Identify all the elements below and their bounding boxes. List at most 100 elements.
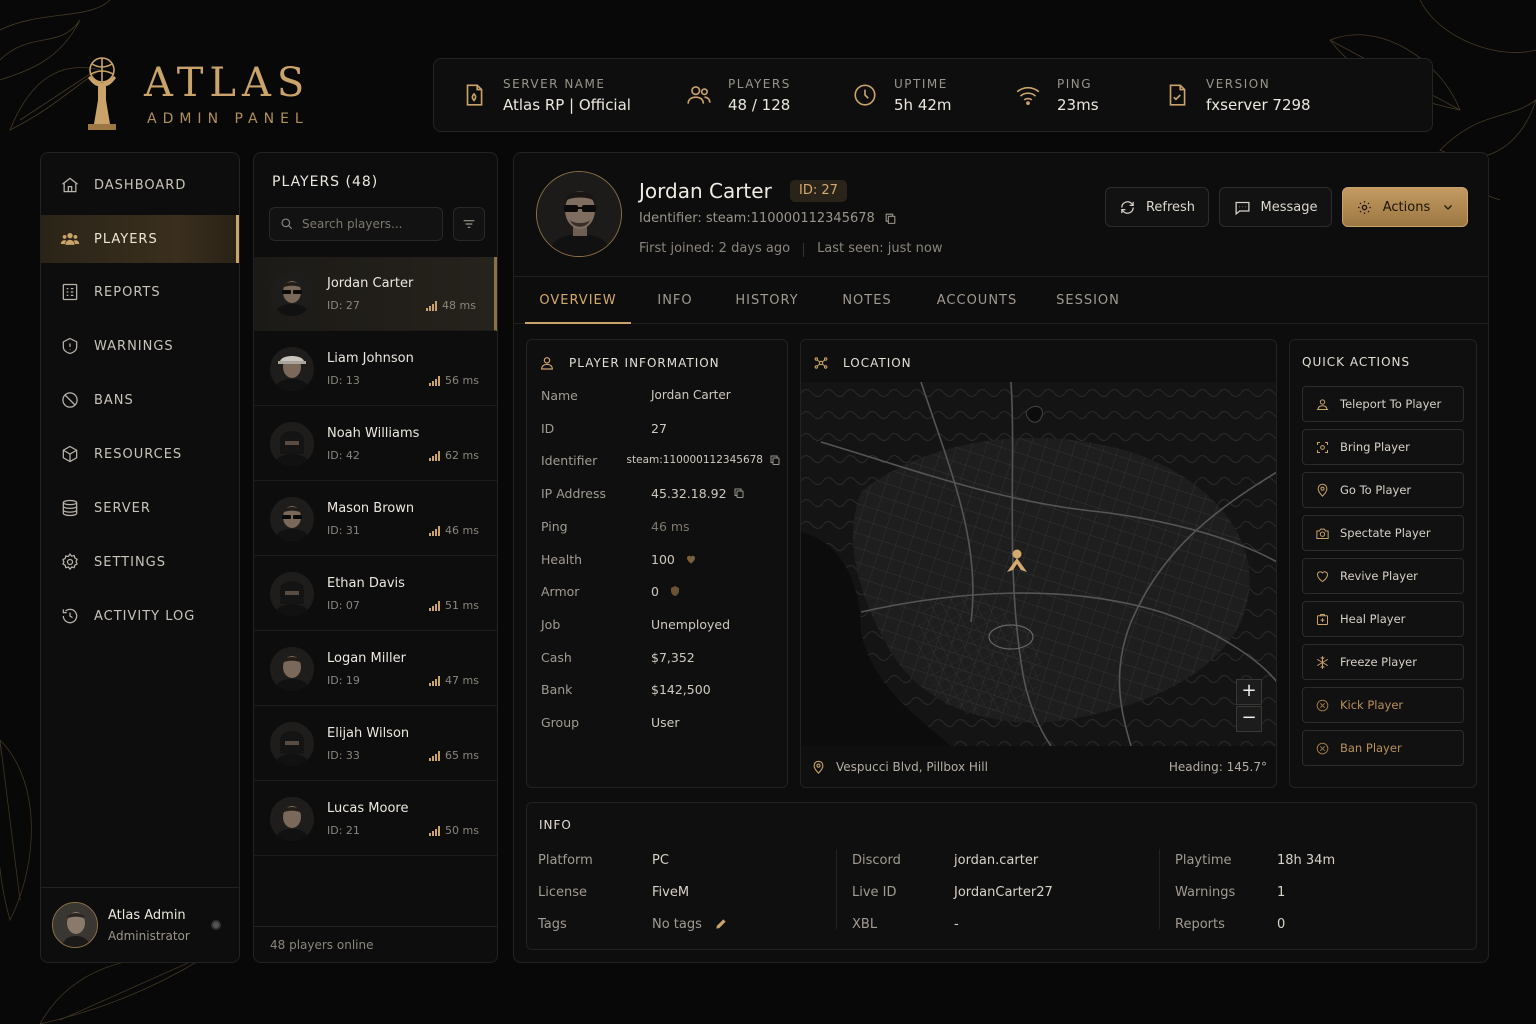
sidebar-item-reports[interactable]: REPORTS [41, 268, 239, 316]
signal-bars-icon [426, 300, 438, 311]
brand-subtitle: ADMIN PANEL [147, 111, 309, 127]
signal-bars-icon [429, 600, 441, 611]
sidebar-item-warnings[interactable]: WARNINGS [41, 322, 239, 370]
player-id: ID: 33 [327, 748, 360, 762]
info-discord: Discord jordan.carter [852, 852, 1039, 868]
spectate-player-button[interactable]: Spectate Player [1302, 515, 1464, 551]
cube-icon [62, 445, 78, 463]
location-map[interactable]: + − [801, 382, 1276, 746]
location-cluster-icon [814, 357, 828, 369]
info-row-group: Group User [541, 714, 680, 730]
kick-player-button[interactable]: Kick Player [1302, 687, 1464, 723]
sidebar-item-bans[interactable]: BANS [41, 376, 239, 424]
stat-version: VERSION fxserver 7298 [1164, 59, 1311, 131]
player-name: Ethan Davis [327, 575, 405, 591]
server-stats-bar: SERVER NAME Atlas RP | Official PLAYERS 48… [433, 58, 1433, 132]
player-ping: 51 ms [429, 599, 479, 612]
location-footer: Vespucci Blvd, Pillbox Hill Heading: 145… [801, 747, 1276, 787]
tab-session[interactable]: SESSION [1051, 277, 1125, 324]
search-input[interactable] [302, 217, 432, 231]
copy-icon[interactable] [769, 454, 781, 466]
status-indicator [211, 920, 221, 930]
player-name: Liam Johnson [327, 350, 414, 366]
sidebar-item-players[interactable]: PLAYERS [41, 215, 239, 263]
user-icon [541, 357, 553, 370]
player-id-badge: ID: 27 [790, 180, 847, 202]
sidebar-item-server[interactable]: SERVER [41, 484, 239, 532]
stat-ping: PING 23ms [1015, 59, 1099, 131]
signal-bars-icon [429, 450, 441, 461]
actions-dropdown-button[interactable]: Actions [1342, 187, 1468, 227]
copy-icon[interactable] [884, 212, 897, 225]
refresh-icon [1121, 200, 1134, 214]
sidebar-item-dashboard[interactable]: DASHBOARD [41, 161, 239, 209]
copy-icon[interactable] [733, 487, 745, 499]
player-list-item[interactable]: Elijah Wilson ID: 33 65 ms [254, 707, 497, 781]
player-list-item[interactable]: Ethan Davis ID: 07 51 ms [254, 557, 497, 631]
database-icon [62, 499, 78, 517]
sidebar-item-resources[interactable]: RESOURCES [41, 430, 239, 478]
quick-actions-card: QUICK ACTIONS Teleport To Player Bring P… [1289, 339, 1477, 788]
info-row-bank: Bank $142,500 [541, 681, 711, 697]
filter-button[interactable] [453, 207, 485, 241]
gear-icon [62, 553, 78, 571]
player-list-item[interactable]: Mason Brown ID: 31 46 ms [254, 482, 497, 556]
sidebar-item-activity-log[interactable]: ACTIVITY LOG [41, 592, 239, 640]
avatar [270, 271, 314, 316]
pin-icon [813, 760, 824, 774]
player-list-item[interactable]: Lucas Moore ID: 21 50 ms [254, 782, 497, 856]
current-admin[interactable]: Atlas Admin Administrator [41, 887, 239, 962]
camera-icon [1316, 528, 1329, 539]
location-card: LOCATION + − Vespucci Blvd, Pillbox Hill… [800, 339, 1277, 788]
search-box [269, 207, 443, 241]
avatar [270, 571, 314, 616]
sidebar: DASHBOARD PLAYERS REPORTS WARNINGS BANS … [40, 152, 240, 963]
message-button[interactable]: Message [1219, 187, 1332, 227]
gear-icon [1357, 200, 1371, 214]
go-to-player-button[interactable]: Go To Player [1302, 472, 1464, 508]
player-name: Lucas Moore [327, 800, 409, 816]
history-icon [62, 608, 78, 624]
server-file-icon [466, 84, 483, 106]
tab-info[interactable]: INFO [644, 277, 706, 324]
player-list-item[interactable]: Jordan Carter ID: 27 48 ms [254, 257, 497, 331]
freeze-player-button[interactable]: Freeze Player [1302, 644, 1464, 680]
signal-bars-icon [429, 675, 441, 686]
reports-icon [62, 283, 78, 301]
tab-notes[interactable]: NOTES [834, 277, 900, 324]
player-id: ID: 13 [327, 373, 360, 387]
player-ping: 48 ms [426, 299, 476, 312]
tab-overview[interactable]: OVERVIEW [525, 277, 631, 324]
quick-actions-title: QUICK ACTIONS [1302, 355, 1411, 369]
ban-icon [62, 392, 78, 408]
zoom-out-button[interactable]: − [1236, 706, 1262, 732]
zoom-in-button[interactable]: + [1236, 679, 1262, 705]
edit-pencil-icon[interactable] [714, 917, 728, 931]
tab-accounts[interactable]: ACCOUNTS [932, 277, 1022, 324]
info-platform: Platform PC [538, 852, 669, 868]
location-title: LOCATION [843, 356, 912, 370]
revive-player-button[interactable]: Revive Player [1302, 558, 1464, 594]
info-playtime: Playtime 18h 34m [1175, 852, 1336, 868]
heal-player-button[interactable]: Heal Player [1302, 601, 1464, 637]
player-list-item[interactable]: Logan Miller ID: 19 47 ms [254, 632, 497, 706]
ban-icon [1316, 742, 1329, 754]
teleport-icon [1316, 398, 1329, 410]
player-ping: 62 ms [429, 449, 479, 462]
bring-player-button[interactable]: Bring Player [1302, 429, 1464, 465]
ban-player-button[interactable]: Ban Player [1302, 730, 1464, 766]
teleport-to-player-button[interactable]: Teleport To Player [1302, 386, 1464, 422]
search-icon [281, 218, 293, 230]
player-id: ID: 19 [327, 673, 360, 687]
player-avatar [536, 171, 622, 257]
sidebar-item-settings[interactable]: SETTINGS [41, 538, 239, 586]
avatar [52, 902, 98, 948]
message-icon [1234, 201, 1250, 215]
avatar [270, 721, 314, 766]
tab-history[interactable]: HISTORY [726, 277, 808, 324]
player-list-item[interactable]: Liam Johnson ID: 13 56 ms [254, 332, 497, 406]
player-list-item[interactable]: Noah Williams ID: 42 62 ms [254, 407, 497, 481]
signal-bars-icon [429, 750, 441, 761]
atlas-logo-icon [88, 57, 116, 130]
refresh-button[interactable]: Refresh [1105, 187, 1209, 227]
